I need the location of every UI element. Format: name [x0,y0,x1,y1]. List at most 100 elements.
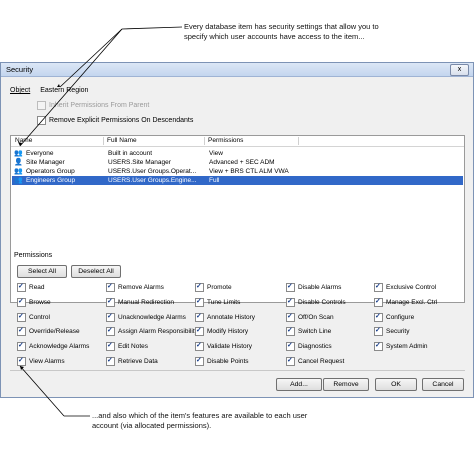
permission-label: Assign Alarm Responsibility [118,328,198,336]
checkbox-checked-icon [195,356,204,366]
inherit-permissions-label: Inherit Permissions From Parent [49,102,150,109]
permission-label: Modify History [207,328,249,336]
grid-row-selected[interactable]: 👥 Engineers Group USERS.User Groups.Engi… [12,176,463,185]
remove-explicit-permissions-checkbox[interactable]: Remove Explicit Permissions On Descendan… [37,116,193,125]
object-label: Object [10,87,31,94]
callout-bottom: ...and also which of the item's features… [92,411,308,430]
title-bar: Security x [1,63,473,77]
column-header-permissions[interactable]: Permissions [208,137,243,144]
permission-label: Remove Alarms [118,284,164,291]
permission-checkbox[interactable]: Diagnostics [286,341,332,352]
permission-label: Cancel Request [298,358,345,365]
checkbox-checked-icon [286,326,295,337]
permission-label: Read [29,284,45,291]
row-name: Site Manager [26,159,65,166]
security-dialog: Security x Object Eastern Region Inherit… [0,62,474,398]
checkbox-checked-icon [17,326,26,337]
permission-checkbox[interactable]: Annotate History [195,312,255,322]
row-full-name: USERS.Site Manager [108,159,171,166]
permission-label: Diagnostics [298,343,332,351]
checkbox-checked-icon [17,341,26,352]
checkbox-checked-icon [195,282,204,292]
permission-label: Disable Controls [298,298,346,306]
inherit-permissions-checkbox[interactable]: Inherit Permissions From Parent [37,101,149,110]
permission-checkbox[interactable]: Validate History [195,341,252,352]
checkbox-checked-icon [374,326,383,337]
remove-explicit-permissions-label: Remove Explicit Permissions On Descendan… [49,117,194,124]
group-icon: 👥 [14,168,23,175]
permission-checkbox[interactable]: Unacknowledge Alarms [106,312,186,322]
row-full-name: USERS.User Groups.Engine... [108,177,197,184]
group-icon: 👥 [14,177,23,184]
permission-checkbox[interactable]: Browse [17,297,51,307]
row-permissions: View + BRS CTL ALM VWA [209,168,289,175]
checkbox-checked-icon [374,282,383,292]
checkbox-checked-icon [195,326,204,337]
permission-checkbox[interactable]: Override/Release [17,326,80,337]
remove-button[interactable]: Remove [323,378,369,391]
permission-label: Security [386,328,410,336]
row-permissions: Advanced + SEC ADM [209,159,275,166]
checkbox-checked-icon [17,312,26,322]
checkbox-checked-icon [374,297,383,307]
checkbox-checked-icon [17,282,26,292]
permission-checkbox[interactable]: Off/On Scan [286,312,334,322]
permission-checkbox[interactable]: Disable Controls [286,297,346,307]
close-button[interactable]: x [450,64,469,76]
row-name: Operators Group [26,168,75,175]
permission-label: Disable Alarms [298,284,342,291]
permission-checkbox[interactable]: Acknowledge Alarms [17,341,89,352]
permission-checkbox[interactable]: Security [374,326,410,337]
grid-row[interactable]: 👥 Operators Group USERS.User Groups.Oper… [12,167,463,176]
permission-checkbox[interactable]: Switch Line [286,326,332,337]
row-permissions: Full [209,177,220,184]
permission-label: Browse [29,298,51,306]
permission-checkbox[interactable]: Edit Notes [106,341,148,352]
row-name: Engineers Group [26,177,76,184]
permission-checkbox[interactable]: Configure [374,312,415,322]
grid-row[interactable]: 👤 Site Manager USERS.Site Manager Advanc… [12,158,463,167]
checkbox-checked-icon [106,297,115,307]
permission-label: Switch Line [298,328,332,336]
permission-checkbox[interactable]: Manage Excl. Ctrl [374,297,437,307]
permission-label: Control [29,313,50,321]
permission-checkbox[interactable]: Read [17,282,45,292]
permission-checkbox[interactable]: View Alarms [17,356,65,366]
permission-label: Edit Notes [118,343,148,351]
cancel-button[interactable]: Cancel [422,378,464,391]
permission-checkbox[interactable]: Retrieve Data [106,356,158,366]
checkbox-box [37,116,46,125]
permission-checkbox[interactable]: Tune Limits [195,297,241,307]
permission-label: Exclusive Control [386,284,437,291]
row-full-name: Built in account [108,150,153,157]
permission-checkbox[interactable]: Manual Redirection [106,297,174,307]
permission-checkbox[interactable]: Disable Alarms [286,282,342,292]
permission-label: Tune Limits [207,298,241,306]
permission-checkbox[interactable]: Control [17,312,50,322]
permission-checkbox[interactable]: Cancel Request [286,356,345,366]
select-all-button[interactable]: Select All [17,265,67,278]
checkbox-box [37,101,46,110]
ok-button[interactable]: OK [375,378,417,391]
deselect-all-button[interactable]: Deselect All [71,265,121,278]
permission-checkbox[interactable]: Exclusive Control [374,282,437,292]
permission-checkbox[interactable]: Disable Points [195,356,249,366]
object-row: Object Eastern Region [10,87,88,94]
column-header-name[interactable]: Name [15,137,32,144]
user-icon: 👤 [14,159,23,166]
permission-checkbox[interactable]: Modify History [195,326,249,337]
grid-row[interactable]: 👥 Everyone Built in account View [12,149,463,158]
permission-label: Configure [386,313,415,321]
permission-label: View Alarms [29,358,65,365]
permission-checkbox[interactable]: Remove Alarms [106,282,164,292]
permission-label: System Admin [386,343,428,351]
column-header-full-name[interactable]: Full Name [107,137,137,144]
permission-checkbox[interactable]: System Admin [374,341,428,352]
dialog-title: Security [6,65,34,74]
checkbox-checked-icon [17,297,26,307]
add-button[interactable]: Add... [276,378,322,391]
permission-checkbox[interactable]: Assign Alarm Responsibility [106,326,198,337]
grid-header: Name Full Name Permissions [11,136,464,147]
permission-checkbox[interactable]: Promote [195,282,232,292]
close-icon: x [457,66,462,73]
